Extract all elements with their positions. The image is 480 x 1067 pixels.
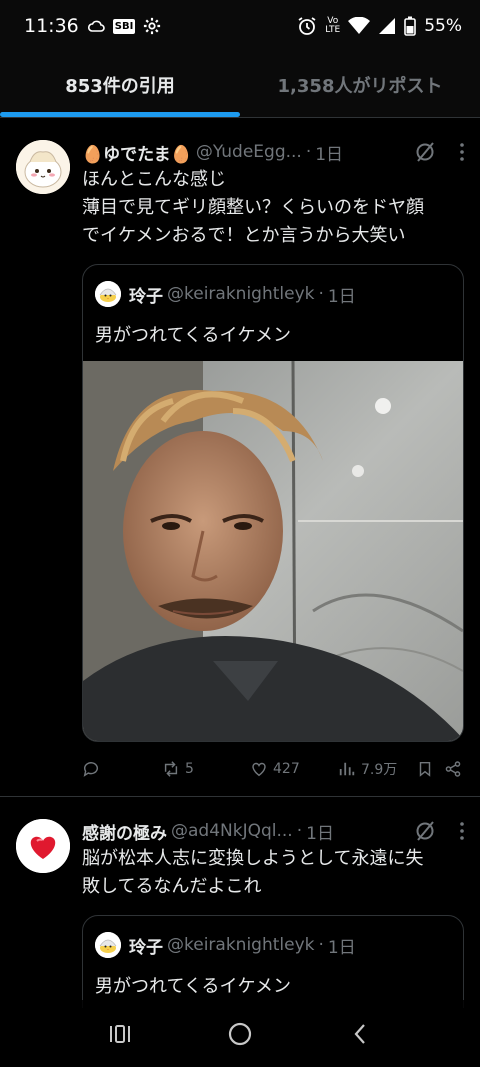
grok-icon[interactable] [414, 820, 436, 842]
selfie-photo-image [83, 361, 463, 741]
reply-button[interactable] [82, 760, 162, 778]
chick-avatar-image [95, 281, 121, 307]
more-options-icon[interactable] [460, 143, 464, 161]
quoted-handle: @keiraknightleyk [167, 935, 315, 955]
home-icon [228, 1022, 252, 1045]
quoted-handle: @keiraknightleyk [167, 284, 315, 304]
views-button[interactable]: 7.9万 [338, 759, 416, 779]
cloud-icon [87, 20, 105, 32]
tab-quotes[interactable]: 853件の引用 [0, 52, 240, 117]
tab-quotes-label: 853件の引用 [65, 75, 175, 97]
quoted-avatar [95, 281, 121, 307]
back-button[interactable] [340, 1014, 380, 1054]
post-text: ほんとこんな感じ 薄目で見てギリ顔整い？くらいのをドヤ顔 でイケメンおるで！とか… [82, 169, 424, 246]
recent-apps-button[interactable] [100, 1014, 140, 1054]
quoted-photo[interactable] [83, 361, 463, 741]
home-button[interactable] [220, 1014, 260, 1054]
post-text: 脳が松本人志に変換しようとして永遠に失 敗してるなんだよこれ [82, 848, 424, 897]
post[interactable]: 感謝の極み @ad4NkJQql... · 1日 脳が松本人志に変換しようとして… [0, 797, 480, 1008]
heart-icon [252, 762, 266, 777]
post[interactable]: 🥚ゆでたま🥚 @YudeEgg... · 1日 ほんとこんな感じ 薄目で見てギリ… [0, 118, 480, 797]
display-name[interactable]: 🥚ゆでたま🥚 [82, 140, 192, 165]
more-options-icon[interactable] [460, 822, 464, 840]
repost-count: 5 [185, 761, 194, 777]
status-bar: 11:36 SBI Vo LTE 55% [0, 0, 480, 52]
signal-icon [379, 18, 396, 34]
gear-icon [144, 17, 161, 35]
tab-reposts-label: 1,358人がリポスト [277, 75, 443, 97]
bookmark-icon [419, 761, 431, 777]
battery-percent: 55% [424, 16, 462, 36]
heart-avatar-image [16, 819, 70, 873]
quoted-time: 1日 [327, 286, 356, 307]
like-count: 427 [273, 761, 300, 777]
back-icon [354, 1023, 365, 1044]
handle[interactable]: @YudeEgg... [196, 142, 302, 162]
repost-icon [164, 761, 178, 777]
quoted-avatar [95, 932, 121, 958]
grok-icon[interactable] [414, 141, 436, 163]
post-time[interactable]: 1日 [306, 819, 334, 844]
alarm-icon [298, 17, 316, 35]
quote-feed: 🥚ゆでたま🥚 @YudeEgg... · 1日 ほんとこんな感じ 薄目で見てギリ… [0, 118, 480, 1008]
sbi-app-icon: SBI [112, 18, 136, 34]
views-count: 7.9万 [361, 762, 398, 778]
avatar[interactable] [16, 819, 70, 873]
repost-button[interactable]: 5 [162, 760, 250, 778]
quoted-post[interactable]: 玲子 @keiraknightleyk · 1日 男がつれてくるイケメン [82, 264, 464, 742]
display-name[interactable]: 感謝の極み [82, 819, 167, 844]
views-icon [339, 762, 355, 776]
quoted-text: 男がつれてくるイケメン [95, 325, 292, 346]
post-actions: 5 427 7.9万 [82, 742, 464, 796]
tab-bar: 853件の引用 1,358人がリポスト [0, 52, 480, 118]
wifi-icon [348, 17, 371, 34]
status-time: 11:36 [24, 15, 79, 37]
quoted-display-name: 玲子 [129, 286, 163, 307]
active-tab-indicator [0, 112, 240, 117]
egg-character-avatar-image [16, 140, 70, 194]
battery-icon [404, 16, 417, 36]
handle[interactable]: @ad4NkJQql... [171, 821, 293, 841]
quoted-post[interactable]: 玲子 @keiraknightleyk · 1日 男がつれてくるイケメン [82, 915, 464, 1008]
like-button[interactable]: 427 [250, 760, 338, 778]
quoted-time: 1日 [327, 937, 356, 958]
system-navigation-bar [0, 1000, 480, 1067]
volte-indicator: Vo LTE [325, 16, 341, 35]
post-time[interactable]: 1日 [315, 140, 343, 165]
tab-reposts[interactable]: 1,358人がリポスト [240, 52, 480, 117]
recent-apps-icon [110, 1024, 130, 1043]
share-button[interactable] [444, 760, 462, 778]
bookmark-button[interactable] [416, 760, 444, 778]
quoted-display-name: 玲子 [129, 937, 163, 958]
chick-avatar-image [95, 932, 121, 958]
reply-icon [83, 762, 98, 777]
share-icon [445, 761, 461, 777]
avatar[interactable] [16, 140, 70, 194]
